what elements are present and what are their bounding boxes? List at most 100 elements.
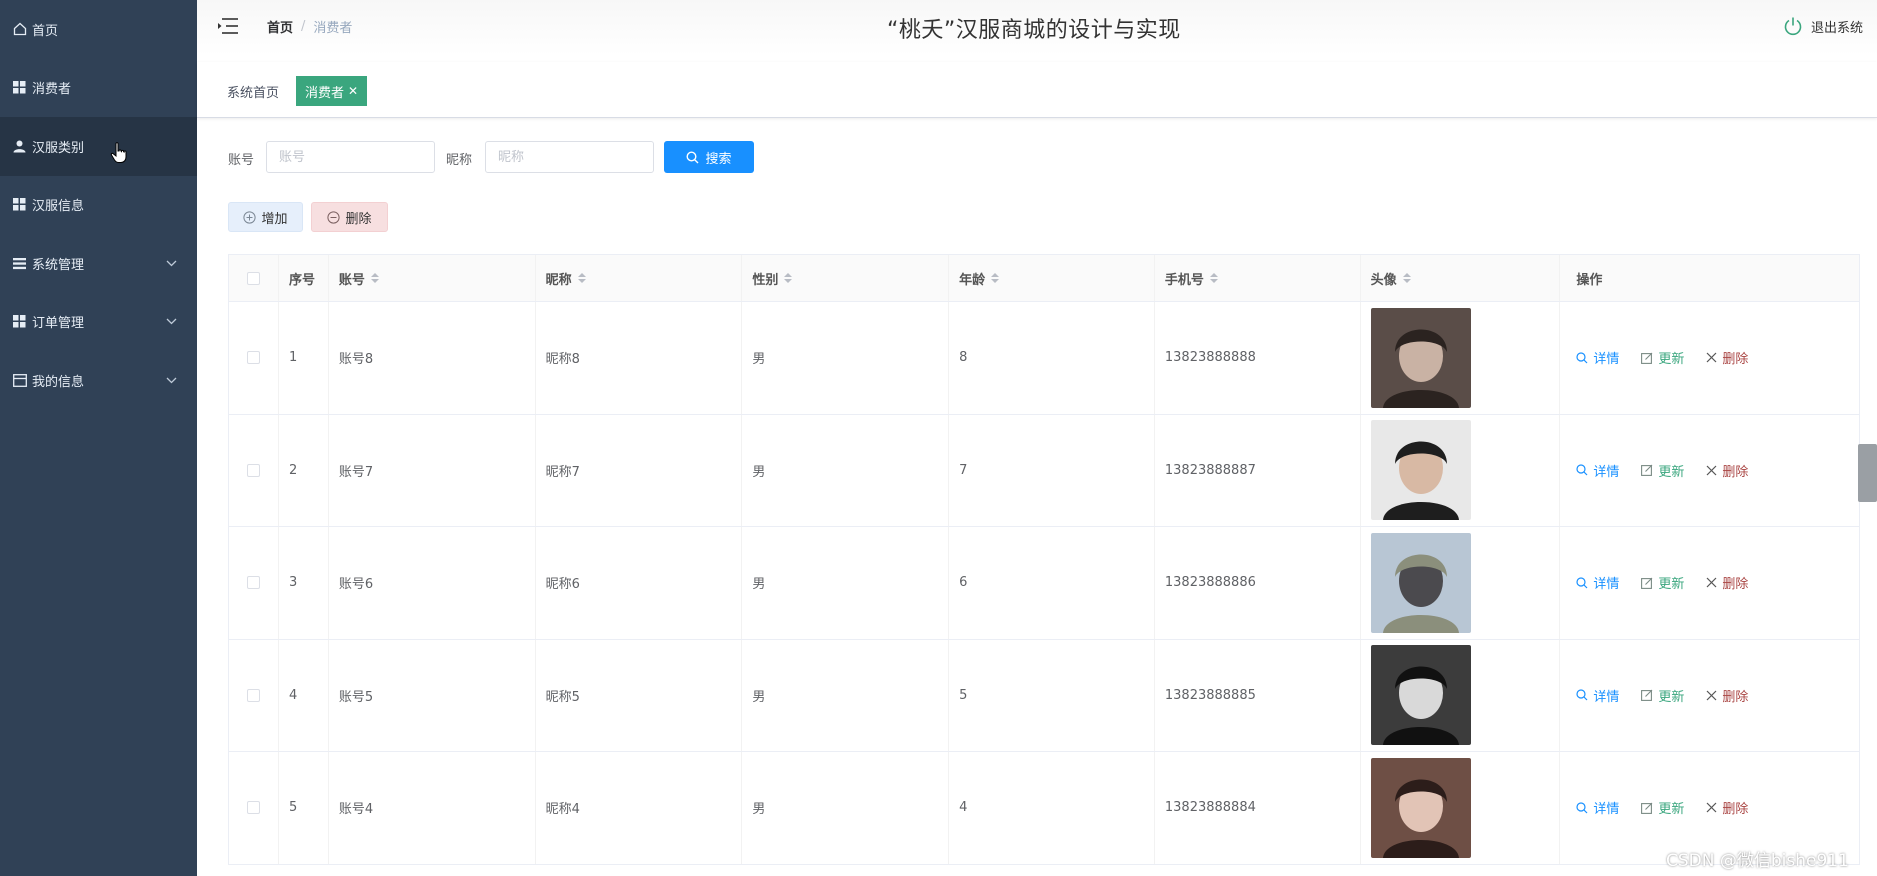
row-checkbox[interactable]: [246, 576, 260, 590]
nickname-search-input[interactable]: [485, 141, 654, 173]
cell-nickname-text: 昵称4: [545, 802, 580, 818]
delete-button[interactable]: 删除: [1706, 461, 1748, 480]
detail-button[interactable]: 详情: [1576, 573, 1619, 592]
sidebar-item-system[interactable]: 系统管理: [0, 234, 197, 293]
avatar-image: [1370, 307, 1471, 408]
table-row[interactable]: 3 账号6 昵称6 男 6 13823888886 详情 更新 删除: [229, 527, 1859, 640]
header-account[interactable]: 账号: [329, 255, 536, 301]
user-icon: [12, 139, 27, 154]
table-row[interactable]: 5 账号4 昵称4 男 4 13823888884 详情 更新 删除: [229, 752, 1859, 865]
update-button[interactable]: 更新: [1641, 348, 1684, 367]
table-row[interactable]: 4 账号5 昵称5 男 5 13823888885 详情 更新 删除: [229, 639, 1859, 752]
cell-nickname: 昵称5: [536, 639, 743, 751]
delete-button[interactable]: 删除: [1706, 348, 1748, 367]
detail-button[interactable]: 详情: [1576, 348, 1619, 367]
watermark: CSDN @微信bishe911: [1666, 851, 1849, 871]
detail-button[interactable]: 详情: [1576, 798, 1619, 817]
sort-icon[interactable]: [784, 273, 793, 283]
sort-icon[interactable]: [1209, 273, 1218, 283]
cell-ops: 详情 更新 删除: [1560, 415, 1859, 527]
delete-button[interactable]: 删除: [1706, 798, 1748, 817]
menu-toggle-icon[interactable]: [217, 17, 239, 35]
cell-age: 7: [949, 414, 1155, 526]
sidebar-item-hanfu-info[interactable]: 汉服信息: [0, 176, 197, 235]
update-button[interactable]: 更新: [1641, 573, 1684, 592]
sort-icon[interactable]: [991, 273, 1000, 283]
cell-sex-text: 男: [752, 689, 766, 705]
row-checkbox[interactable]: [246, 463, 260, 477]
sidebar-item-home[interactable]: 首页: [0, 0, 197, 59]
scrollbar-thumb[interactable]: [1858, 444, 1877, 502]
logout-label: 退出系统: [1810, 20, 1863, 36]
cell-sex-text: 男: [752, 352, 766, 368]
header-avatar[interactable]: 头像: [1361, 255, 1561, 301]
update-button[interactable]: 更新: [1641, 798, 1684, 817]
header-no-label: 序号: [288, 272, 315, 288]
edit-icon: [1641, 689, 1653, 702]
sidebar-item-consumer[interactable]: 消费者: [0, 59, 197, 118]
select-all-checkbox[interactable]: [246, 271, 260, 285]
tag-home[interactable]: 系统首页: [227, 82, 279, 101]
breadcrumb-home[interactable]: 首页: [267, 17, 293, 36]
close-icon[interactable]: ✕: [348, 84, 358, 98]
update-button[interactable]: 更新: [1641, 686, 1684, 705]
search-button-label: 搜索: [705, 150, 732, 166]
sort-icon[interactable]: [1402, 273, 1411, 283]
batch-delete-button[interactable]: 删除: [311, 202, 388, 232]
cell-phone-text: 13823888888: [1164, 350, 1256, 366]
cell-account: 账号4: [329, 752, 536, 864]
logout-button[interactable]: 退出系统: [1783, 16, 1863, 36]
account-search-input[interactable]: [266, 141, 435, 173]
header-no: 序号: [279, 255, 329, 301]
update-button[interactable]: 更新: [1641, 461, 1684, 480]
grid-icon: [12, 80, 27, 95]
header-sex-label: 性别: [752, 272, 779, 288]
hand-cursor-icon: [110, 142, 128, 164]
page-title: “桃夭”汉服商城的设计与实现: [887, 18, 1181, 43]
row-checkbox[interactable]: [246, 351, 260, 365]
sort-icon[interactable]: [370, 273, 379, 283]
update-label: 更新: [1658, 577, 1685, 593]
cell-nickname: 昵称4: [536, 752, 743, 864]
delete-label: 删除: [1722, 802, 1749, 818]
avatar-image: [1370, 757, 1471, 858]
detail-button[interactable]: 详情: [1576, 461, 1619, 480]
add-button[interactable]: 增加: [228, 202, 303, 232]
row-checkbox[interactable]: [246, 801, 260, 815]
detail-label: 详情: [1593, 577, 1620, 593]
sort-icon[interactable]: [577, 273, 586, 283]
grid-icon: [12, 197, 27, 212]
row-checkbox[interactable]: [246, 688, 260, 702]
cell-ops: 详情 更新 删除: [1560, 527, 1859, 639]
search-button[interactable]: 搜索: [664, 141, 754, 173]
detail-button[interactable]: 详情: [1576, 686, 1619, 705]
tag-consumer-active[interactable]: 消费者 ✕: [296, 76, 368, 106]
sidebar-item-hanfu-category[interactable]: 汉服类别: [0, 117, 197, 176]
minus-circle-icon: [327, 210, 341, 224]
cell-phone: 13823888884: [1155, 752, 1361, 864]
search-icon: [1576, 689, 1588, 701]
table-row[interactable]: 1 账号8 昵称8 男 8 13823888888 详情 更新 删除: [229, 302, 1859, 415]
cell-age: 5: [949, 639, 1155, 751]
nickname-label: 昵称: [446, 153, 473, 168]
update-label: 更新: [1658, 802, 1685, 818]
sidebar-item-my-info[interactable]: 我的信息: [0, 351, 197, 410]
cell-phone-text: 13823888884: [1164, 800, 1256, 816]
sidebar-item-orders[interactable]: 订单管理: [0, 293, 197, 352]
delete-button[interactable]: 删除: [1706, 686, 1748, 705]
cell-age: 4: [949, 752, 1155, 864]
header-sex[interactable]: 性别: [742, 255, 950, 301]
header-age[interactable]: 年龄: [949, 255, 1155, 301]
avatar-image: [1370, 532, 1471, 633]
header-account-label: 账号: [338, 272, 365, 288]
sidebar-item-label: 我的信息: [32, 374, 85, 390]
header-phone[interactable]: 手机号: [1155, 255, 1361, 301]
cell-no-text: 3: [288, 575, 298, 591]
cell-phone: 13823888885: [1155, 639, 1361, 751]
sidebar-item-label: 首页: [32, 23, 59, 39]
cell-account-text: 账号5: [338, 689, 374, 705]
add-button-label: 增加: [261, 210, 288, 226]
table-row[interactable]: 2 账号7 昵称7 男 7 13823888887 详情 更新 删除: [229, 414, 1859, 527]
header-nickname[interactable]: 昵称: [536, 255, 743, 301]
delete-button[interactable]: 删除: [1706, 573, 1748, 592]
